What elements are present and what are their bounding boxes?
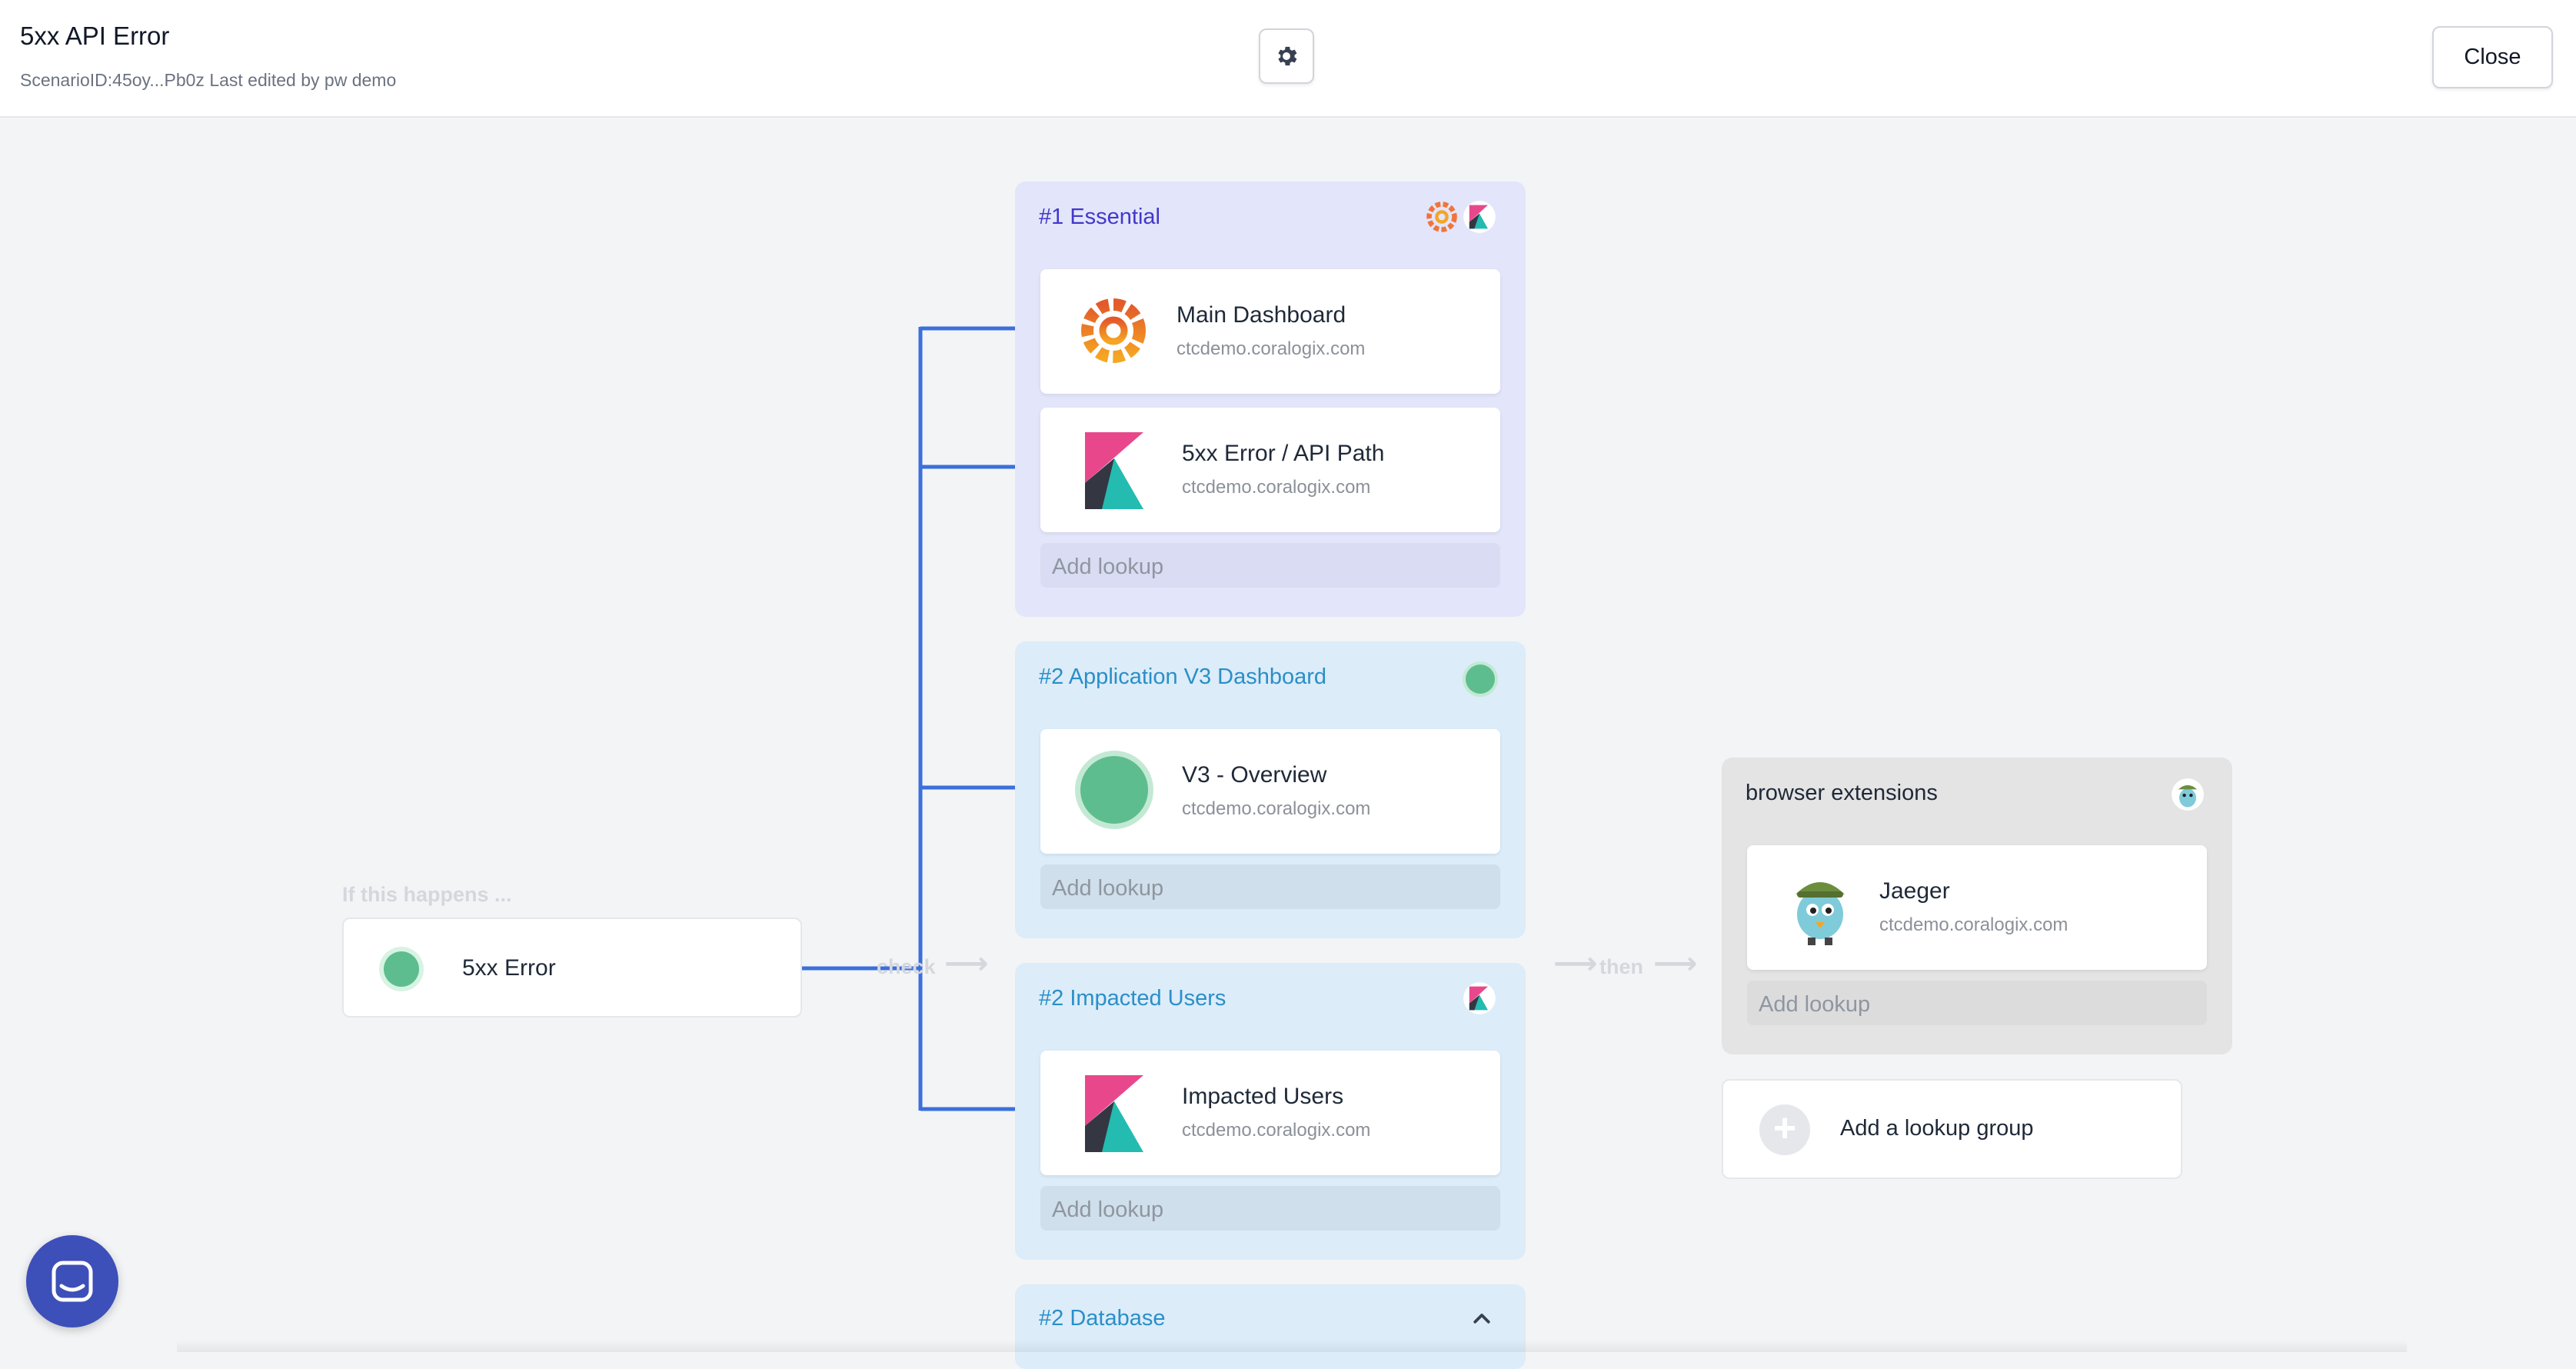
kibana-icon [1463,982,1496,1014]
lookup-card-impacted-users[interactable]: Impacted Users ctcdemo.coralogix.com [1040,1051,1500,1175]
check-label: check [877,955,936,978]
then-label: then [1599,955,1643,978]
add-lookup-group-label: Add a lookup group [1840,1116,2034,1141]
lookup-name: Main Dashboard [1177,302,1346,328]
lookup-host: ctcdemo.coralogix.com [1182,1120,1371,1141]
add-lookup-button[interactable]: Add lookup [1040,864,1500,909]
jaeger-icon [2172,778,2204,811]
group-title: browser extensions [1746,781,1938,805]
trigger-card[interactable]: 5xx Error [342,918,802,1018]
then-arrow-left-icon: ⟶ [1553,947,1598,981]
lookup-group-database[interactable]: #2 Database [1015,1284,1526,1369]
bottom-shadow [177,1340,2407,1352]
then-arrow-icon: ⟶ [1653,947,1698,981]
green-dot-icon [1466,665,1495,694]
lookup-card-jaeger[interactable]: Jaeger ctcdemo.coralogix.com [1747,845,2207,970]
lookup-name: Impacted Users [1182,1084,1344,1109]
plus-icon: + [1759,1104,1810,1155]
if-label: If this happens ... [342,883,512,906]
kibana-icon [1085,432,1143,509]
add-lookup-group-button[interactable]: + Add a lookup group [1722,1079,2182,1179]
lookup-host: ctcdemo.coralogix.com [1182,477,1371,498]
green-dot-icon [1080,756,1148,824]
chat-icon [52,1261,93,1302]
kibana-icon [1463,201,1496,233]
lookup-group-browser-extensions[interactable]: browser extensions Jaeger ctcdemo.coralo… [1722,758,2232,1054]
lookup-group-application-v3[interactable]: #2 Application V3 Dashboard V3 - Overvie… [1015,641,1526,938]
lookup-name: Jaeger [1879,878,1950,904]
status-dot-icon [384,951,419,987]
jaeger-icon [1796,882,1845,945]
lookup-name: 5xx Error / API Path [1182,441,1385,466]
lookup-group-impacted-users[interactable]: #2 Impacted Users Impacted Users ctcdemo… [1015,963,1526,1260]
group-title: #2 Application V3 Dashboard [1039,665,1327,689]
lookup-host: ctcdemo.coralogix.com [1182,798,1371,819]
group-title: #2 Database [1039,1306,1166,1331]
add-lookup-button[interactable]: Add lookup [1040,543,1500,588]
group-title: #1 Essential [1039,205,1160,229]
lookup-card-main-dashboard[interactable]: Main Dashboard ctcdemo.coralogix.com [1040,269,1500,394]
lookup-card-5xx-api-path[interactable]: 5xx Error / API Path ctcdemo.coralogix.c… [1040,408,1500,532]
lookup-group-essential[interactable]: #1 Essential Main Dashboard ctcdemo.cora… [1015,182,1526,617]
trigger-label: 5xx Error [462,955,556,981]
grafana-icon [1426,202,1457,232]
kibana-icon [1085,1075,1143,1152]
grafana-icon [1081,298,1146,363]
lookup-name: V3 - Overview [1182,762,1327,788]
check-arrow-icon: ⟶ [944,947,989,981]
lookup-card-v3-overview[interactable]: V3 - Overview ctcdemo.coralogix.com [1040,729,1500,854]
group-title: #2 Impacted Users [1039,986,1226,1011]
lookup-host: ctcdemo.coralogix.com [1177,338,1366,359]
add-lookup-button[interactable]: Add lookup [1040,1186,1500,1231]
chevron-up-icon[interactable] [1470,1307,1493,1331]
add-lookup-button[interactable]: Add lookup [1747,981,2207,1025]
lookup-host: ctcdemo.coralogix.com [1879,914,2068,935]
chat-widget-button[interactable] [26,1235,118,1327]
